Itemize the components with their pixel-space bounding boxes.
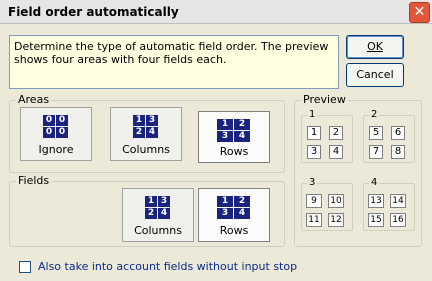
preview-cell: 10 (328, 194, 344, 208)
preview-area-2: 2 5 6 7 8 (363, 109, 415, 163)
preview-group-label: Preview (301, 93, 348, 106)
preview-cell: 4 (329, 145, 343, 159)
ok-label: OK (367, 40, 383, 53)
close-icon: ✕ (413, 4, 426, 20)
preview-cell: 14 (390, 194, 406, 208)
preview-area-label: 3 (307, 177, 318, 188)
preview-area-1: 1 1 2 3 4 (301, 109, 353, 163)
preview-area-3: 3 9 10 11 12 (301, 177, 353, 231)
preview-cell: 8 (391, 145, 405, 159)
input-stop-checkbox[interactable] (19, 261, 31, 273)
areas-option-rows[interactable]: 12 34 Rows (198, 111, 270, 163)
preview-cell: 15 (368, 213, 384, 227)
input-stop-checkbox-label[interactable]: Also take into account fields without in… (38, 260, 297, 273)
fields-option-rows[interactable]: 12 34 Rows (198, 188, 270, 242)
preview-group: Preview 1 1 2 3 4 2 5 6 7 8 3 9 10 11 12… (294, 93, 422, 247)
preview-cell: 11 (306, 213, 322, 227)
preview-cell: 2 (329, 126, 343, 140)
areas-option-label: Columns (122, 143, 170, 156)
title-bar: Field order automatically ✕ (0, 0, 432, 24)
fields-option-label: Rows (219, 224, 249, 237)
rows-grid-icon: 12 34 (217, 119, 250, 142)
preview-cell: 9 (306, 194, 322, 208)
preview-cell: 1 (307, 126, 321, 140)
preview-area-label: 4 (369, 177, 380, 188)
fields-group-label: Fields (16, 174, 52, 187)
preview-cell: 6 (391, 126, 405, 140)
columns-grid-icon: 13 24 (145, 196, 170, 219)
areas-option-label: Ignore (38, 143, 74, 156)
preview-area-label: 2 (369, 109, 380, 120)
fields-option-label: Columns (134, 224, 182, 237)
rows-grid-icon: 12 34 (217, 196, 250, 219)
preview-cell: 7 (369, 145, 383, 159)
fields-option-columns[interactable]: 13 24 Columns (122, 188, 194, 242)
cancel-button[interactable]: Cancel (346, 63, 404, 87)
preview-cell: 3 (307, 145, 321, 159)
close-button[interactable]: ✕ (409, 2, 430, 23)
fields-group: Fields 13 24 Columns 12 34 Rows (9, 174, 285, 247)
preview-cell: 5 (369, 126, 383, 140)
preview-cell: 13 (368, 194, 384, 208)
ok-button[interactable]: OK (346, 35, 404, 59)
areas-option-ignore[interactable]: 00 00 Ignore (20, 107, 92, 161)
preview-cell: 16 (390, 213, 406, 227)
areas-option-label: Rows (219, 145, 249, 158)
preview-area-4: 4 13 14 15 16 (363, 177, 415, 231)
areas-group-label: Areas (16, 93, 52, 106)
field-order-dialog: Field order automatically ✕ Determine th… (0, 0, 432, 281)
columns-grid-icon: 13 24 (133, 115, 158, 138)
preview-area-label: 1 (307, 109, 318, 120)
areas-group: Areas 00 00 Ignore 13 24 Columns 12 34 R… (9, 93, 285, 173)
description-box: Determine the type of automatic field or… (9, 35, 339, 89)
dialog-title: Field order automatically (8, 5, 179, 19)
areas-option-columns[interactable]: 13 24 Columns (110, 107, 182, 161)
ignore-grid-icon: 00 00 (43, 115, 68, 138)
preview-cell: 12 (328, 213, 344, 227)
